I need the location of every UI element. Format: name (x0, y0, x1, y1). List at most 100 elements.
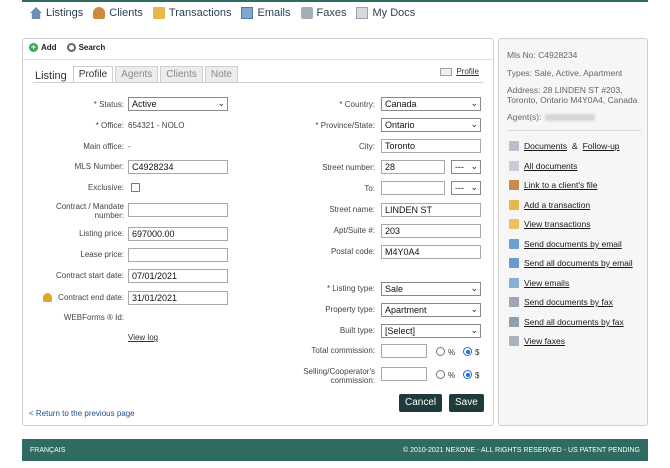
street-name-label: Street name: (329, 205, 375, 214)
language-toggle-link[interactable]: FRANÇAIS (30, 447, 65, 454)
view-emails-link[interactable]: View emails (509, 278, 569, 288)
province-label: * Province/State: (315, 121, 375, 130)
all-documents-link[interactable]: All documents (509, 161, 577, 171)
send-documents-email-link[interactable]: Send documents by email (509, 239, 622, 249)
add-label: Add (41, 43, 57, 52)
exclusive-checkbox[interactable] (131, 183, 140, 192)
return-previous-page-link[interactable]: < Return to the previous page (29, 409, 135, 418)
nav-transactions[interactable]: Transactions (152, 7, 231, 19)
country-select[interactable]: Canada ⌄ (381, 97, 481, 111)
listing-summary-panel: Mls No: C4928234 Types: Sale, Active, Ap… (498, 38, 648, 426)
search-button[interactable]: Search (66, 43, 105, 52)
street-name-input[interactable]: LINDEN ST (381, 203, 481, 217)
total-commission-percent-radio[interactable] (436, 347, 445, 356)
view-log-link[interactable]: View log (128, 333, 158, 342)
mls-number-input[interactable]: C4928234 (128, 160, 228, 174)
apt-suite-input[interactable]: 203 (381, 224, 481, 238)
send-all-documents-email-link[interactable]: Send all documents by email (509, 258, 633, 268)
save-button[interactable]: Save (449, 394, 484, 412)
follow-up-text: Follow-up (582, 141, 620, 151)
chevron-down-icon: ⌄ (217, 98, 225, 108)
main-office-label: Main office: (83, 142, 124, 151)
send-all-email-icon (509, 258, 519, 268)
selling-commission-label-line2: commission: (330, 376, 375, 385)
city-input[interactable]: Toronto (381, 139, 481, 153)
nav-my-docs-label: My Docs (372, 7, 416, 19)
contract-end-label: Contract end date: (58, 293, 124, 302)
view-faxes-text: View faxes (524, 336, 565, 346)
nav-listings[interactable]: Listings (30, 7, 83, 19)
street-number-input[interactable]: 28 (381, 160, 445, 174)
contract-end-input[interactable]: 31/01/2021 (128, 291, 228, 305)
agents-line: Agent(s): (507, 112, 595, 123)
listing-price-label: Listing price: (79, 229, 124, 238)
add-button[interactable]: + Add (29, 43, 57, 52)
total-commission-input[interactable] (381, 344, 427, 358)
link-client-file-link[interactable]: Link to a client's file (509, 180, 597, 190)
chevron-down-icon: ⌄ (470, 119, 478, 129)
tab-clients[interactable]: Clients (160, 66, 203, 82)
view-faxes-link[interactable]: View faxes (509, 336, 565, 346)
selling-commission-label-line1: Selling/Cooperator's (303, 367, 375, 376)
person-icon (93, 7, 106, 19)
listing-price-input[interactable]: 697000.00 (128, 227, 228, 241)
status-value: Active (132, 99, 157, 109)
built-type-label: Built type: (339, 326, 375, 335)
lease-price-label: Lease price: (80, 250, 124, 259)
send-documents-fax-link[interactable]: Send documents by fax (509, 297, 613, 307)
listing-form-panel: + Add Search Listing Profile Agents Clien… (22, 38, 494, 426)
all-documents-text: All documents (524, 161, 578, 171)
mail-icon (241, 7, 254, 19)
tab-agents[interactable]: Agents (115, 66, 159, 82)
nav-my-docs[interactable]: My Docs (356, 7, 415, 19)
exclusive-label: Exclusive: (87, 183, 124, 192)
documents-icon (509, 141, 519, 151)
contract-start-label: Contract start date: (55, 271, 124, 280)
tab-note[interactable]: Note (204, 66, 238, 82)
nav-clients[interactable]: Clients (93, 7, 143, 19)
selling-commission-input[interactable] (381, 367, 427, 381)
city-label: City: (359, 142, 375, 151)
postal-code-input[interactable]: M4Y0A4 (381, 245, 481, 259)
view-faxes-icon (509, 336, 519, 346)
send-fax-text: Send documents by fax (524, 297, 613, 307)
status-select[interactable]: Active ⌄ (128, 97, 228, 111)
selling-commission-dollar-radio[interactable] (463, 370, 472, 379)
to-input[interactable] (381, 181, 445, 195)
print-profile-link[interactable]: Profile (440, 67, 479, 76)
office-value: 654321 - NOLO (128, 121, 185, 130)
lease-price-input[interactable] (128, 248, 228, 262)
nav-emails[interactable]: Emails (241, 7, 291, 19)
street-number-suffix-select[interactable]: --- ⌄ (451, 160, 481, 174)
bell-icon (43, 293, 52, 302)
search-icon (66, 43, 76, 52)
province-select[interactable]: Ontario ⌄ (381, 118, 481, 132)
total-commission-dollar-radio[interactable] (463, 347, 472, 356)
view-transactions-link[interactable]: View transactions (509, 219, 590, 229)
contract-start-input[interactable]: 07/01/2021 (128, 269, 228, 283)
selling-commission-percent-label: % (448, 371, 456, 380)
selling-commission-percent-radio[interactable] (436, 370, 445, 379)
add-transaction-link[interactable]: Add a transaction (509, 200, 590, 210)
toolbar: + Add Search (29, 43, 105, 52)
built-type-value: [Select] (385, 326, 416, 336)
send-all-documents-fax-link[interactable]: Send all documents by fax (509, 317, 624, 327)
chevron-down-icon: ⌄ (470, 182, 478, 192)
listing-type-select[interactable]: Sale ⌄ (381, 282, 481, 296)
tab-profile[interactable]: Profile (72, 66, 114, 82)
property-type-select[interactable]: Apartment ⌄ (381, 303, 481, 317)
tab-listing[interactable]: Listing (33, 70, 71, 82)
nav-faxes[interactable]: Faxes (300, 7, 346, 19)
send-all-email-text: Send all documents by email (524, 258, 633, 268)
street-number-suffix-value: --- (455, 162, 464, 172)
to-suffix-select[interactable]: --- ⌄ (451, 181, 481, 195)
contract-number-input[interactable] (128, 203, 228, 217)
address-line-2: Toronto, Ontario M4Y0A4, Canada (507, 95, 638, 105)
built-type-select[interactable]: [Select] ⌄ (381, 324, 481, 338)
documents-text: Documents (524, 141, 567, 151)
contract-number-label: Contract / Mandate number: (56, 202, 124, 220)
all-documents-icon (509, 161, 519, 171)
cancel-button[interactable]: Cancel (399, 394, 443, 412)
summary-divider (507, 130, 641, 131)
documents-follow-up-link[interactable]: Documents & Follow-up (509, 141, 620, 151)
